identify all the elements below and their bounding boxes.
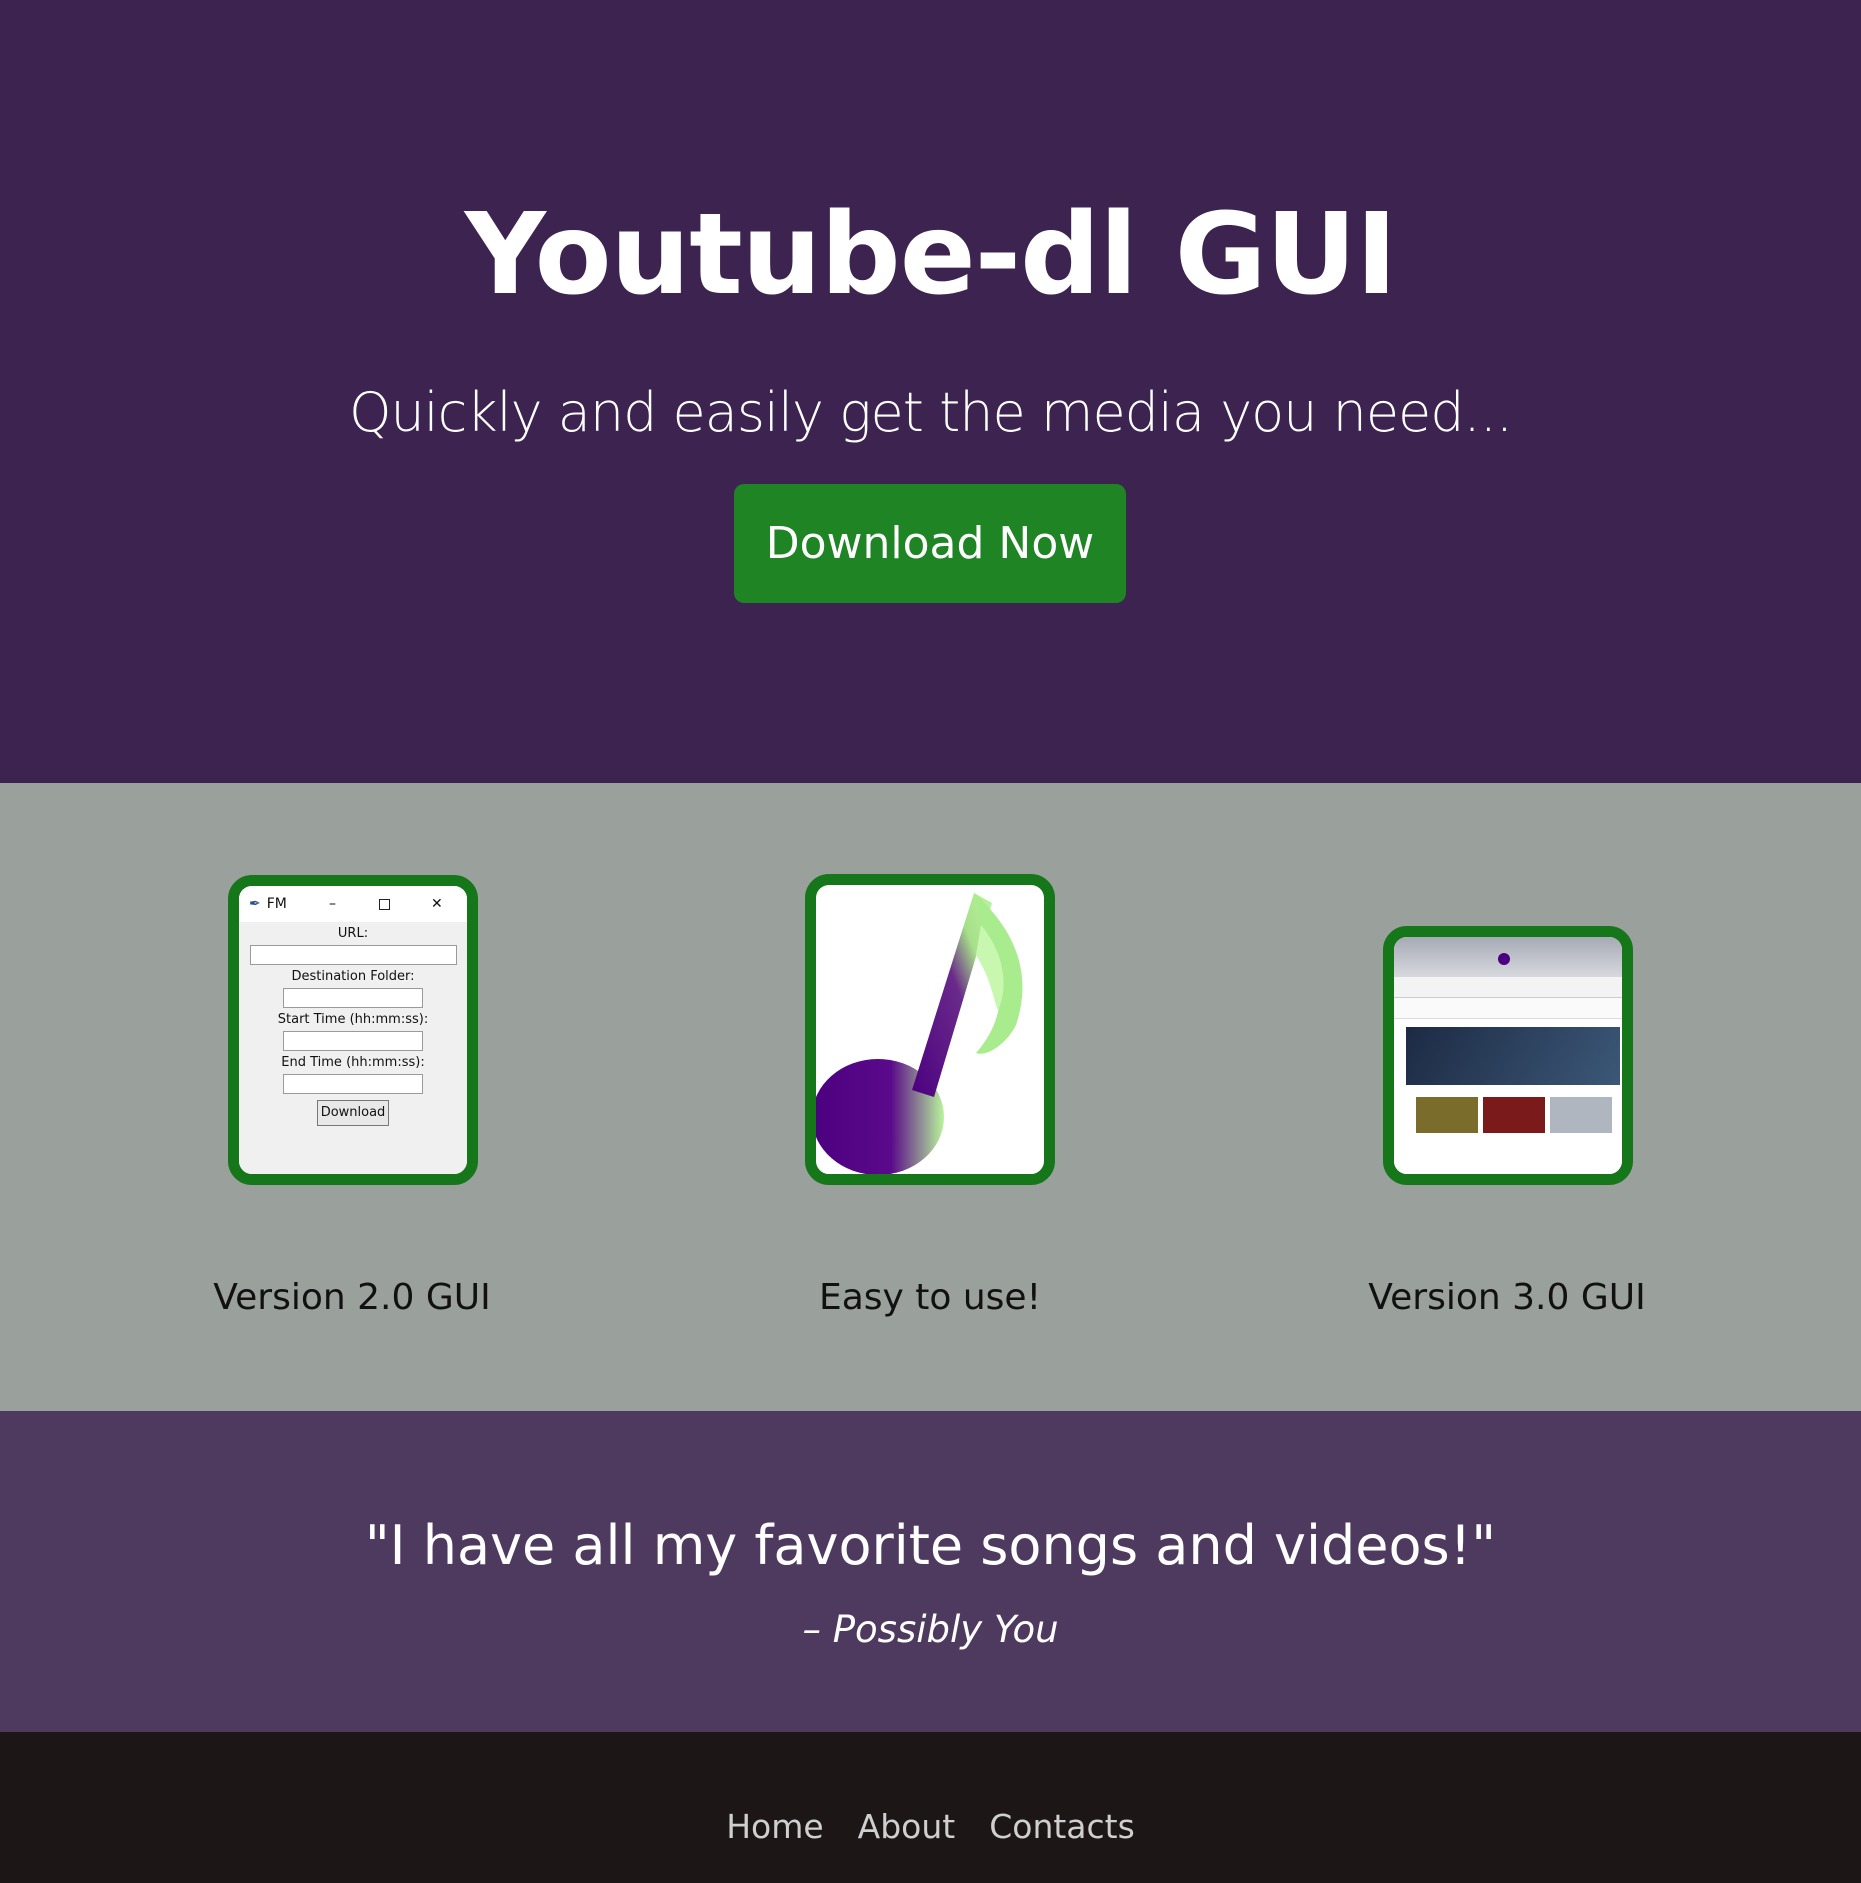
- testimonial-author: – Possibly You: [802, 1608, 1059, 1651]
- v2-url-label: URL:: [337, 926, 369, 941]
- footer-nav: Home About Contacts: [0, 1804, 1861, 1850]
- v2-start-label: Start Time (hh:mm:ss):: [277, 1012, 429, 1027]
- v2-dest-field: [283, 988, 423, 1008]
- feature-easy-to-use: Easy to use!: [680, 783, 1180, 1411]
- v3-logo-icon: [1498, 953, 1510, 965]
- v2-end-field: [283, 1074, 423, 1094]
- version-3-screenshot: [1383, 926, 1633, 1185]
- v3-thumb-1: [1416, 1097, 1478, 1133]
- feature-version-2: ✒ FM – ✕ URL: Destination Folder: Start …: [102, 783, 602, 1411]
- footer-link-home[interactable]: Home: [726, 1804, 823, 1850]
- testimonial-section: "I have all my favorite songs and videos…: [0, 1411, 1861, 1732]
- feature-version-3: Version 3.0 GUI: [1257, 783, 1757, 1411]
- v3-thumb-3: [1550, 1097, 1612, 1133]
- features-section: ✒ FM – ✕ URL: Destination Folder: Start …: [0, 783, 1861, 1411]
- minimize-icon: –: [329, 896, 336, 912]
- music-note-icon: [816, 893, 1023, 1174]
- feather-icon: ✒: [249, 896, 261, 912]
- footer: Home About Contacts: [0, 1732, 1861, 1883]
- v2-start-field: [283, 1031, 423, 1051]
- v3-window-mock: [1394, 937, 1622, 1174]
- download-now-button[interactable]: Download Now: [734, 484, 1126, 603]
- v2-end-label: End Time (hh:mm:ss):: [281, 1055, 425, 1070]
- footer-link-about[interactable]: About: [858, 1804, 956, 1850]
- feature-caption: Version 3.0 GUI: [1368, 1277, 1646, 1318]
- close-icon: ✕: [431, 896, 443, 912]
- maximize-icon: [379, 898, 390, 910]
- v3-thumb-2: [1483, 1097, 1545, 1133]
- v2-dest-label: Destination Folder:: [291, 969, 415, 984]
- page-title: Youtube-dl GUI: [464, 190, 1398, 320]
- v2-url-field: [249, 945, 457, 965]
- hero-section: Youtube-dl GUI Quickly and easily get th…: [0, 0, 1861, 783]
- v3-header-banner: [1394, 937, 1622, 977]
- v3-toolbar: [1394, 977, 1622, 998]
- v3-nav-bar: [1394, 998, 1622, 1019]
- v2-window-title: FM: [266, 896, 287, 912]
- hero-tagline: Quickly and easily get the media you nee…: [348, 381, 1513, 444]
- feature-caption: Easy to use!: [818, 1277, 1042, 1318]
- v2-window-mock: ✒ FM – ✕ URL: Destination Folder: Start …: [239, 886, 467, 1174]
- version-2-screenshot: ✒ FM – ✕ URL: Destination Folder: Start …: [228, 875, 478, 1185]
- footer-link-contacts[interactable]: Contacts: [989, 1804, 1135, 1850]
- v2-window-titlebar: ✒ FM – ✕: [239, 886, 467, 922]
- v2-download-button: Download: [317, 1100, 389, 1126]
- testimonial-quote: "I have all my favorite songs and videos…: [364, 1514, 1497, 1577]
- music-note-image: [805, 874, 1055, 1185]
- v3-video-banner: [1406, 1027, 1620, 1085]
- feature-caption: Version 2.0 GUI: [213, 1277, 491, 1318]
